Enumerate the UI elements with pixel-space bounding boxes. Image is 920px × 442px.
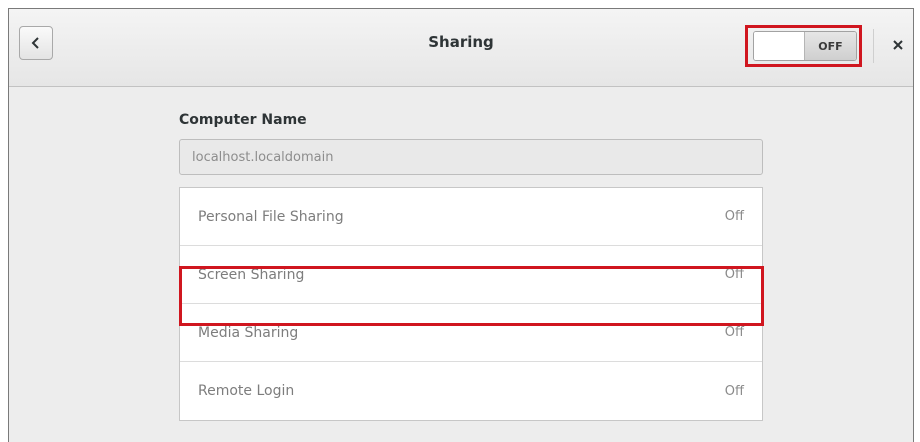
service-row-media-sharing[interactable]: Media Sharing Off bbox=[180, 304, 762, 362]
switch-highlight-box bbox=[745, 25, 862, 67]
service-label: Remote Login bbox=[198, 383, 295, 399]
sharing-content: Computer Name Personal File Sharing Off … bbox=[9, 88, 913, 442]
service-label: Personal File Sharing bbox=[198, 208, 344, 225]
computer-name-label: Computer Name bbox=[179, 112, 307, 128]
service-label: Media Sharing bbox=[198, 324, 299, 341]
sharing-services-list: Personal File Sharing Off Screen Sharing… bbox=[179, 187, 763, 421]
header-bar: Sharing OFF bbox=[9, 9, 913, 87]
sharing-window: Sharing OFF Computer Name Personal File … bbox=[8, 8, 914, 442]
service-status: Off bbox=[724, 325, 744, 340]
header-separator bbox=[873, 29, 874, 63]
chevron-left-icon bbox=[30, 36, 42, 50]
service-status: Off bbox=[724, 209, 744, 224]
service-row-personal-file-sharing[interactable]: Personal File Sharing Off bbox=[180, 188, 762, 246]
service-row-screen-sharing[interactable]: Screen Sharing Off bbox=[180, 246, 762, 304]
close-button[interactable] bbox=[887, 33, 909, 55]
service-status: Off bbox=[724, 267, 744, 282]
back-button[interactable] bbox=[19, 26, 53, 60]
computer-name-field[interactable] bbox=[179, 139, 763, 175]
service-status: Off bbox=[724, 383, 744, 399]
close-icon bbox=[893, 35, 903, 54]
service-row-remote-login[interactable]: Remote Login Off bbox=[180, 362, 762, 420]
service-label: Screen Sharing bbox=[198, 266, 305, 283]
